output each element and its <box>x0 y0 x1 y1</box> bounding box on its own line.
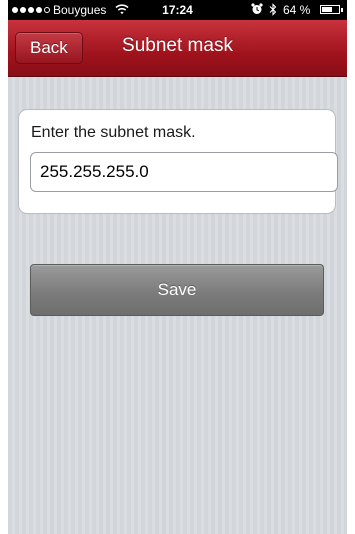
status-bar: Bouygues 17:24 64 % <box>8 0 347 20</box>
subnet-field-label: Enter the subnet mask. <box>31 124 196 141</box>
navigation-bar: Back Subnet mask <box>8 20 347 77</box>
page-title: Subnet mask <box>122 35 233 56</box>
bluetooth-icon <box>269 3 277 16</box>
battery-percent: 64 % <box>283 3 311 17</box>
save-button[interactable]: Save <box>30 264 324 316</box>
subnet-mask-input[interactable] <box>30 152 338 192</box>
subnet-form-card: Enter the subnet mask. <box>18 109 338 214</box>
battery-level-fill <box>322 7 332 12</box>
alarm-icon <box>251 3 263 14</box>
battery-icon <box>320 5 340 14</box>
battery-tip <box>341 8 343 12</box>
app-screen: Bouygues 17:24 64 % Back Subnet mask Ent… <box>8 0 347 534</box>
